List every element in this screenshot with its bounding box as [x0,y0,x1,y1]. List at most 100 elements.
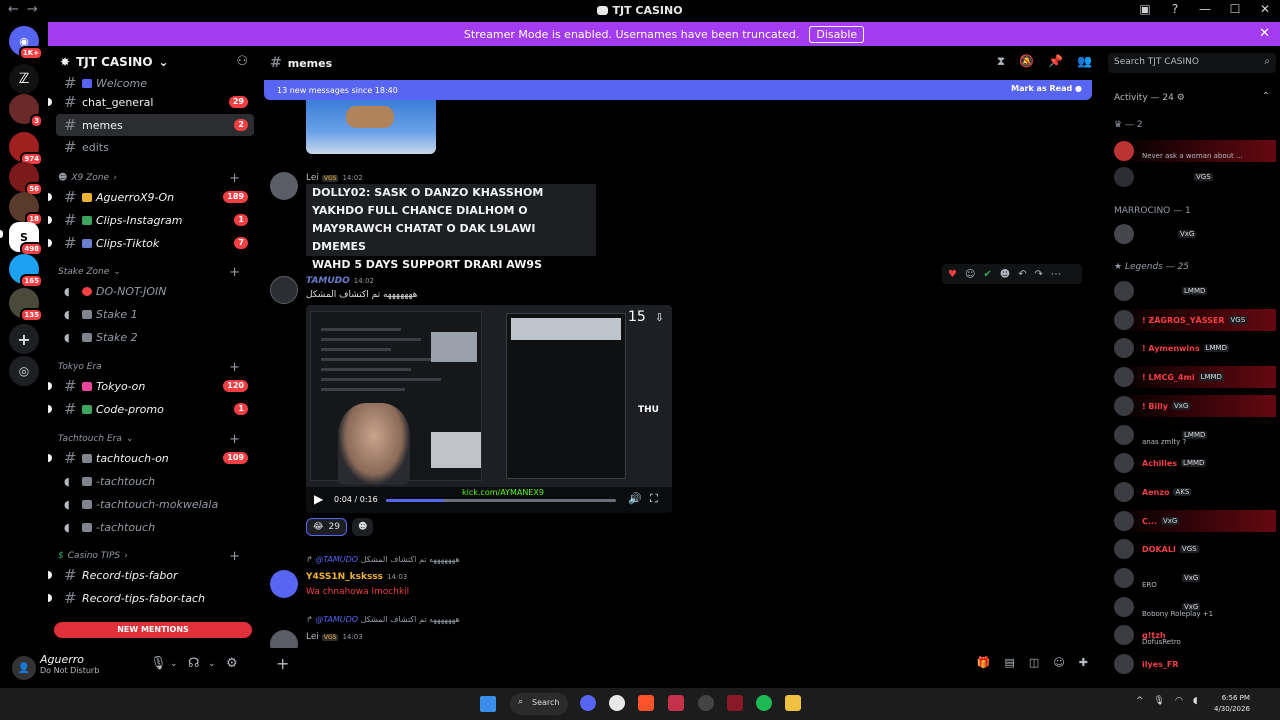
channel-do-not-join[interactable]: ◖ DO-NOT-JOIN [56,280,254,302]
channel-record-tips-fabor-tach[interactable]: # Record-tips-fabor-tach [48,587,254,609]
gear-icon[interactable]: ⚙ [226,656,238,671]
channel-memes[interactable]: # memes 2 [56,114,254,136]
channel-chat-general[interactable]: # chat_general 29 [48,91,254,113]
avatar[interactable]: 👤 [12,656,36,680]
discover-icon[interactable]: ◎ [9,356,39,386]
member-item[interactable]: LMMD anas zmlty ? [1114,424,1276,446]
file-explorer-icon[interactable] [785,695,801,711]
message-composer[interactable]: + 🎁 ▤ ◫ ☺ ✚ [262,650,1102,678]
member-item[interactable]: Aenzo AKS [1114,481,1276,503]
gift-icon[interactable]: 🎁 [977,656,991,669]
member-item[interactable]: g!tzh DofusRetro [1114,624,1276,646]
channel-tachtouch-mokwelala[interactable]: ◖ -tachtouch-mokwelala [56,493,254,515]
pin-icon[interactable]: 📌 [1048,54,1063,69]
reply-preview[interactable]: ↱ @TAMUDO هههههههه تم اكتشاف المشكل [306,615,460,624]
headphones-icon[interactable]: ☊ [188,656,200,671]
member-item[interactable]: ! LMCG_4mi LMMD [1114,366,1276,388]
app-icon[interactable] [698,695,714,711]
download-icon[interactable]: ⇩ [655,311,664,324]
spotify-app-icon[interactable] [756,695,772,711]
collapse-icon[interactable]: ⌃ [1262,91,1270,102]
channel-record-tips-fabor[interactable]: # Record-tips-fabor [48,564,254,586]
channel-code-promo[interactable]: # Code-promo 1 [48,398,254,420]
avatar[interactable] [270,172,298,200]
threads-icon[interactable]: ⧗ [997,54,1005,69]
close-banner-icon[interactable]: ✕ [1259,26,1270,41]
category-casino-tips[interactable]: $ Casino TIPS › + [58,548,254,564]
more-icon[interactable]: ⋯ [1051,269,1061,280]
chevron-up-icon[interactable]: ^ [1136,696,1154,706]
search-input[interactable]: Search TJT CASINO ⌕ [1108,53,1276,73]
member-item[interactable]: VxG ERO [1114,567,1276,589]
taskbar-search[interactable]: ⌕ Search [510,693,568,715]
volume-icon[interactable]: ◖ [1193,696,1208,706]
author-name[interactable]: Y4SS1N_ksksss [306,572,383,582]
member-item[interactable]: Achilles LMMD [1114,452,1276,474]
brave-app-icon[interactable] [638,695,654,711]
close-window-icon[interactable]: ✕ [1258,2,1272,16]
microphone-icon[interactable]: 🎙 [150,656,167,671]
windows-start-icon[interactable] [480,696,496,712]
play-icon[interactable]: ▶ [314,492,323,506]
category-stake-zone[interactable]: Stake Zone ⌄ + [58,264,254,280]
member-list-icon[interactable]: 👥 [1077,54,1092,69]
mark-as-read-button[interactable]: Mark as Read ● [1011,84,1082,93]
channel-aguerrox9-on[interactable]: # AguerroX9-On 189 [48,186,254,208]
app-icon[interactable] [727,695,743,711]
wifi-icon[interactable]: ◠ [1175,696,1193,706]
invite-people-icon[interactable]: ⚇ [236,54,248,69]
video-progress-bar[interactable] [386,499,616,502]
author-name[interactable]: TAMUDO [306,276,350,286]
channel-stake-1[interactable]: ◖ Stake 1 [56,303,254,325]
author-name[interactable]: Lei [306,173,319,183]
avatar[interactable] [270,630,298,648]
server-icon[interactable]: 165 [9,254,43,288]
new-messages-bar[interactable]: 13 new messages since 18:40 Mark as Read… [264,80,1092,100]
home-server[interactable]: ◉ 1K+ [9,26,43,60]
message-list[interactable]: Lei VGS 14:02 DOLLY02: SASK O DANZO KHASSH… [262,100,1102,648]
channel-tachtouch[interactable]: ◖ -tachtouch [56,470,254,492]
gear-icon[interactable]: ⚙ [1177,93,1185,103]
adobe-app-icon[interactable] [668,695,684,711]
channel-edits[interactable]: # edits [56,136,254,158]
inbox-icon[interactable]: ▣ [1138,2,1152,16]
server-icon[interactable]: 18 [9,192,43,226]
member-item[interactable]: Never ask a woman about ... [1114,140,1276,162]
emoji-icon[interactable]: ☺ [1053,656,1064,669]
channel-tachtouch-on[interactable]: # tachtouch-on 109 [48,447,254,469]
discord-app-icon[interactable] [580,695,596,711]
forward-icon[interactable]: ↷ [1035,269,1043,280]
add-reaction-icon[interactable]: ☻ [1000,269,1010,280]
server-stake[interactable]: S 498 [9,222,43,256]
laugh-reaction-icon[interactable]: ☺ [965,269,975,280]
channel-tachtouch[interactable]: ◖ -tachtouch [56,516,254,538]
minimize-icon[interactable]: — [1198,2,1212,16]
fullscreen-icon[interactable]: ⛶ [650,492,658,506]
gif-icon[interactable]: ▤ [1005,656,1015,669]
member-item[interactable]: VxG Bobony Roleplay +1 [1114,596,1276,618]
category-tachtouch-era[interactable]: Tachtouch Era ⌄ + [58,431,254,447]
system-tray[interactable]: ^🎙◠◖ [1136,696,1208,706]
member-item[interactable]: VGS [1114,166,1276,188]
disable-button[interactable]: Disable [809,25,865,43]
reaction-chip[interactable]: 😂 29 [306,518,347,536]
category-x9-zone[interactable]: ☻ X9 Zone › + [58,170,254,186]
create-channel-icon[interactable]: + [229,549,240,564]
server-icon[interactable]: 974 [9,132,43,166]
member-item[interactable]: ilyes_FR [1114,653,1276,675]
channel-clips-instagram[interactable]: # Clips-Instagram 1 [48,209,254,231]
server-icon[interactable]: ℤ [9,64,39,94]
author-name[interactable]: Lei [306,632,319,642]
taskbar-clock[interactable]: 6:56 PM 4/30/2026 [1214,693,1250,715]
member-item[interactable]: LMMD [1114,280,1276,302]
microphone-icon[interactable]: 🎙 [1154,696,1175,706]
create-channel-icon[interactable]: + [229,265,240,280]
create-channel-icon[interactable]: + [229,171,240,186]
server-icon[interactable]: 56 [9,162,43,196]
channel-tokyo-on[interactable]: # Tokyo-on 120 [48,375,254,397]
chevron-down-icon[interactable]: ⌄ [170,659,178,669]
image-attachment[interactable] [306,100,436,154]
add-server-icon[interactable]: + [9,324,39,354]
heart-reaction-icon[interactable]: ♥ [948,269,957,280]
volume-icon[interactable]: 🔊 [628,492,642,505]
